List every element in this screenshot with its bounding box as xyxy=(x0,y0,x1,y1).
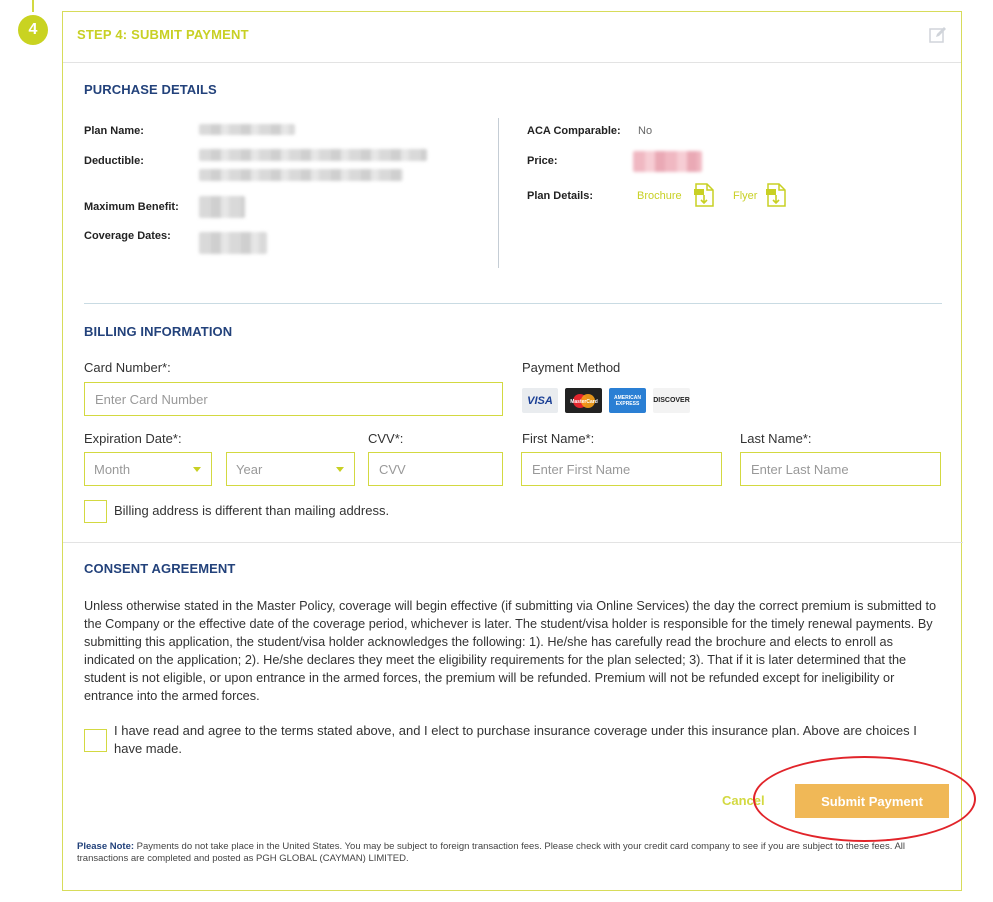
billing-consent-divider xyxy=(63,542,963,543)
payment-note-text: Payments do not take place in the United… xyxy=(77,841,906,864)
expiration-date-label: Expiration Date*: xyxy=(84,431,182,446)
maximum-benefit-label: Maximum Benefit: xyxy=(84,201,179,213)
brochure-link[interactable]: Brochure xyxy=(637,190,682,202)
visa-card-icon: VISA xyxy=(522,388,558,413)
billing-address-different-checkbox[interactable] xyxy=(84,500,107,523)
submit-payment-panel: STEP 4: SUBMIT PAYMENT PURCHASE DETAILS … xyxy=(62,11,963,891)
first-name-input[interactable] xyxy=(521,452,722,486)
coverage-dates-label: Coverage Dates: xyxy=(84,230,171,242)
consent-agreement-title: CONSENT AGREEMENT xyxy=(84,561,236,576)
amex-card-icon: AMERICAN EXPRESS xyxy=(609,388,646,413)
aca-comparable-label: ACA Comparable: xyxy=(527,125,621,137)
deductible-label: Deductible: xyxy=(84,155,144,167)
year-select[interactable]: Year xyxy=(226,452,355,486)
panel-header: STEP 4: SUBMIT PAYMENT xyxy=(63,12,961,64)
submit-payment-button[interactable]: Submit Payment xyxy=(795,784,949,818)
flyer-link[interactable]: Flyer xyxy=(733,190,757,202)
edit-icon[interactable] xyxy=(929,26,947,44)
plan-name-label: Plan Name: xyxy=(84,125,144,137)
first-name-label: First Name*: xyxy=(522,431,595,446)
consent-agreement-text: Unless otherwise stated in the Master Po… xyxy=(84,599,937,703)
plan-name-value-redacted xyxy=(199,124,295,135)
cvv-input[interactable] xyxy=(368,452,503,486)
deductible-value-redacted xyxy=(199,149,427,161)
card-number-label: Card Number*: xyxy=(84,360,171,375)
agree-terms-checkbox[interactable] xyxy=(84,729,107,752)
step-title: STEP 4: SUBMIT PAYMENT xyxy=(77,27,249,42)
agree-terms-label: I have read and agree to the terms state… xyxy=(114,723,917,756)
payment-note-prefix: Please Note: xyxy=(77,841,135,852)
payment-note: Please Note: Payments do not take place … xyxy=(77,841,937,865)
plan-details-label: Plan Details: xyxy=(527,190,594,202)
maximum-benefit-value-redacted xyxy=(199,196,245,218)
chevron-down-icon xyxy=(336,467,344,472)
payment-method-label: Payment Method xyxy=(522,360,621,375)
purchase-details-title: PURCHASE DETAILS xyxy=(84,82,217,97)
purchase-vertical-divider xyxy=(498,118,499,268)
last-name-label: Last Name*: xyxy=(740,431,812,446)
price-value-redacted xyxy=(633,151,702,172)
year-select-value: Year xyxy=(236,461,263,477)
chevron-down-icon xyxy=(193,467,201,472)
discover-card-icon: DISCOVER xyxy=(653,388,690,413)
last-name-input[interactable] xyxy=(740,452,941,486)
mastercard-card-icon: MasterCard xyxy=(565,388,602,413)
flyer-pdf-icon[interactable] xyxy=(765,183,787,207)
step-number-badge: 4 xyxy=(18,15,48,45)
billing-address-different-label: Billing address is different than mailin… xyxy=(114,503,390,518)
mastercard-label: MasterCard xyxy=(570,399,598,405)
billing-information-title: BILLING INFORMATION xyxy=(84,324,233,339)
aca-comparable-value: No xyxy=(638,125,653,137)
price-label: Price: xyxy=(527,155,558,167)
header-divider xyxy=(63,62,961,63)
card-number-input[interactable] xyxy=(84,382,503,416)
cvv-label: CVV*: xyxy=(368,431,404,446)
step-connector-line xyxy=(32,0,34,12)
deductible-value-redacted-line2 xyxy=(199,169,403,181)
month-select-value: Month xyxy=(94,461,131,477)
month-select[interactable]: Month xyxy=(84,452,212,486)
cancel-button[interactable]: Cancel xyxy=(722,793,765,808)
coverage-dates-value-redacted xyxy=(199,232,267,254)
brochure-pdf-icon[interactable] xyxy=(693,183,715,207)
purchase-billing-divider xyxy=(84,303,942,304)
